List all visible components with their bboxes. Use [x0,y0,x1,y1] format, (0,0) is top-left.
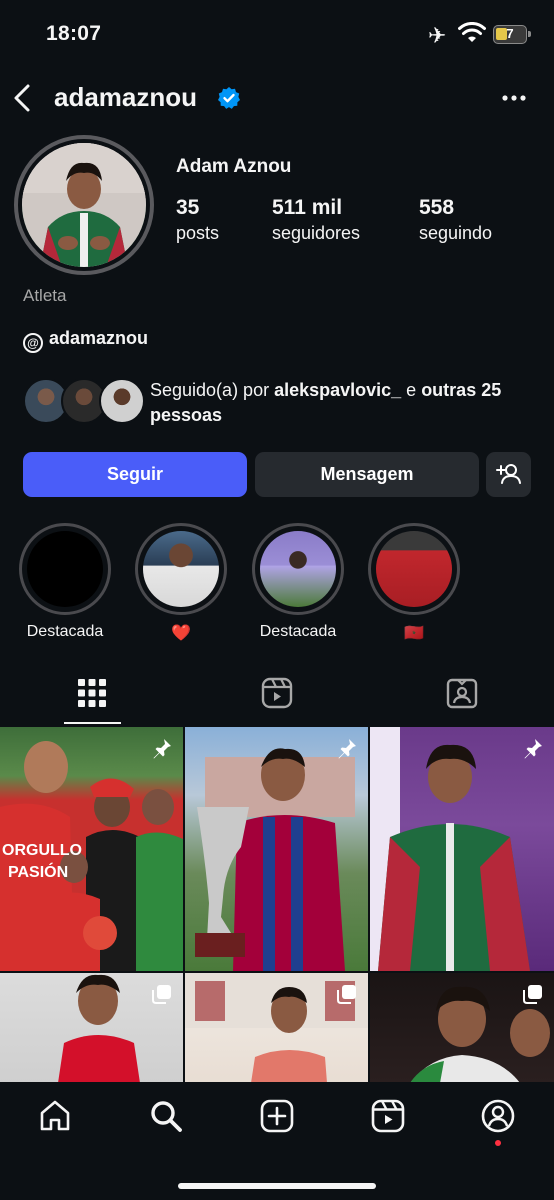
wifi-icon [458,22,486,42]
followed-by-and: e [401,380,422,400]
threads-link[interactable]: @ adamaznou [23,328,148,353]
highlight-4[interactable]: 🇲🇦 [368,523,460,643]
posts-count: 35 [176,196,200,219]
pinned-post-icon [153,739,171,759]
post-thumbnail[interactable] [370,727,554,971]
suggest-people-button[interactable] [486,452,531,497]
profile-nav-icon[interactable] [480,1098,516,1134]
battery-icon: 7 [493,25,531,44]
highlight-cover [27,531,103,607]
carousel-post-icon [152,985,171,1004]
highlight-label: 🇲🇦 [404,625,424,642]
highlight-3[interactable]: Destacada [252,523,344,641]
back-arrow-icon[interactable] [10,80,36,116]
profile-avatar[interactable] [22,143,146,267]
highlight-label: Destacada [26,623,104,640]
svg-text:ORGULLO: ORGULLO [2,842,82,859]
add-person-icon [496,464,521,484]
profile-full-name: Adam Aznou [176,156,292,177]
svg-text:PASIÓN: PASIÓN [8,862,68,881]
threads-icon: @ [23,333,43,353]
followed-by-user: alekspavlovic_ [274,380,402,400]
stat-following[interactable]: 558 seguindo [419,196,492,244]
profile-tabs [0,670,554,726]
carousel-post-icon [337,985,356,1004]
status-time: 18:07 [46,22,102,45]
active-tab-indicator [64,722,121,724]
highlight-2[interactable]: ❤️ [135,523,227,643]
highlight-1[interactable]: Destacada [19,523,111,641]
verified-badge-icon [218,87,240,109]
highlight-cover [376,531,452,607]
posts-label: posts [176,223,220,243]
post-thumbnail[interactable] [370,973,554,1083]
followers-count: 511 mil [272,196,343,219]
post-thumbnail[interactable]: ORGULLO PASIÓN [0,727,183,971]
more-options-icon[interactable] [500,84,528,112]
carousel-post-icon [523,985,542,1004]
followed-by-prefix: Seguido(a) por [150,380,275,400]
profile-header: adamaznou [0,78,554,120]
reels-icon[interactable] [370,1098,406,1134]
post-thumbnail[interactable] [185,973,368,1083]
follow-button[interactable]: Seguir [23,452,247,497]
stat-posts[interactable]: 35 posts [176,196,219,244]
following-count: 558 [419,196,455,219]
reels-tab-icon[interactable] [260,676,294,710]
post-thumbnail[interactable] [185,727,368,971]
following-label: seguindo [419,223,493,243]
stat-followers[interactable]: 511 mil seguidores [272,196,360,244]
profile-category: Atleta [23,286,67,305]
search-icon[interactable] [148,1098,184,1134]
mutual-avatar [99,378,145,424]
pinned-post-icon [338,739,356,759]
home-indicator [178,1183,376,1189]
followers-label: seguidores [272,223,361,243]
followed-by-text[interactable]: Seguido(a) por alekspavlovic_ e outras 2… [150,378,540,428]
status-bar: 18:07 ✈ 7 [0,0,554,70]
threads-handle: adamaznou [49,328,149,348]
message-button[interactable]: Mensagem [255,452,479,497]
home-icon[interactable] [37,1098,73,1134]
highlight-cover [260,531,336,607]
notification-dot [495,1140,501,1146]
highlight-cover [143,531,219,607]
create-post-icon[interactable] [259,1098,295,1134]
battery-level: 7 [506,26,514,41]
tagged-tab-icon[interactable] [445,676,479,710]
airplane-mode-icon: ✈ [428,23,447,48]
grid-tab-icon[interactable] [75,676,109,710]
highlight-label: Destacada [259,623,337,640]
pinned-post-icon [524,739,542,759]
highlight-label: ❤️ [171,625,191,642]
post-thumbnail[interactable] [0,973,183,1083]
profile-username: adamaznou [54,82,198,112]
